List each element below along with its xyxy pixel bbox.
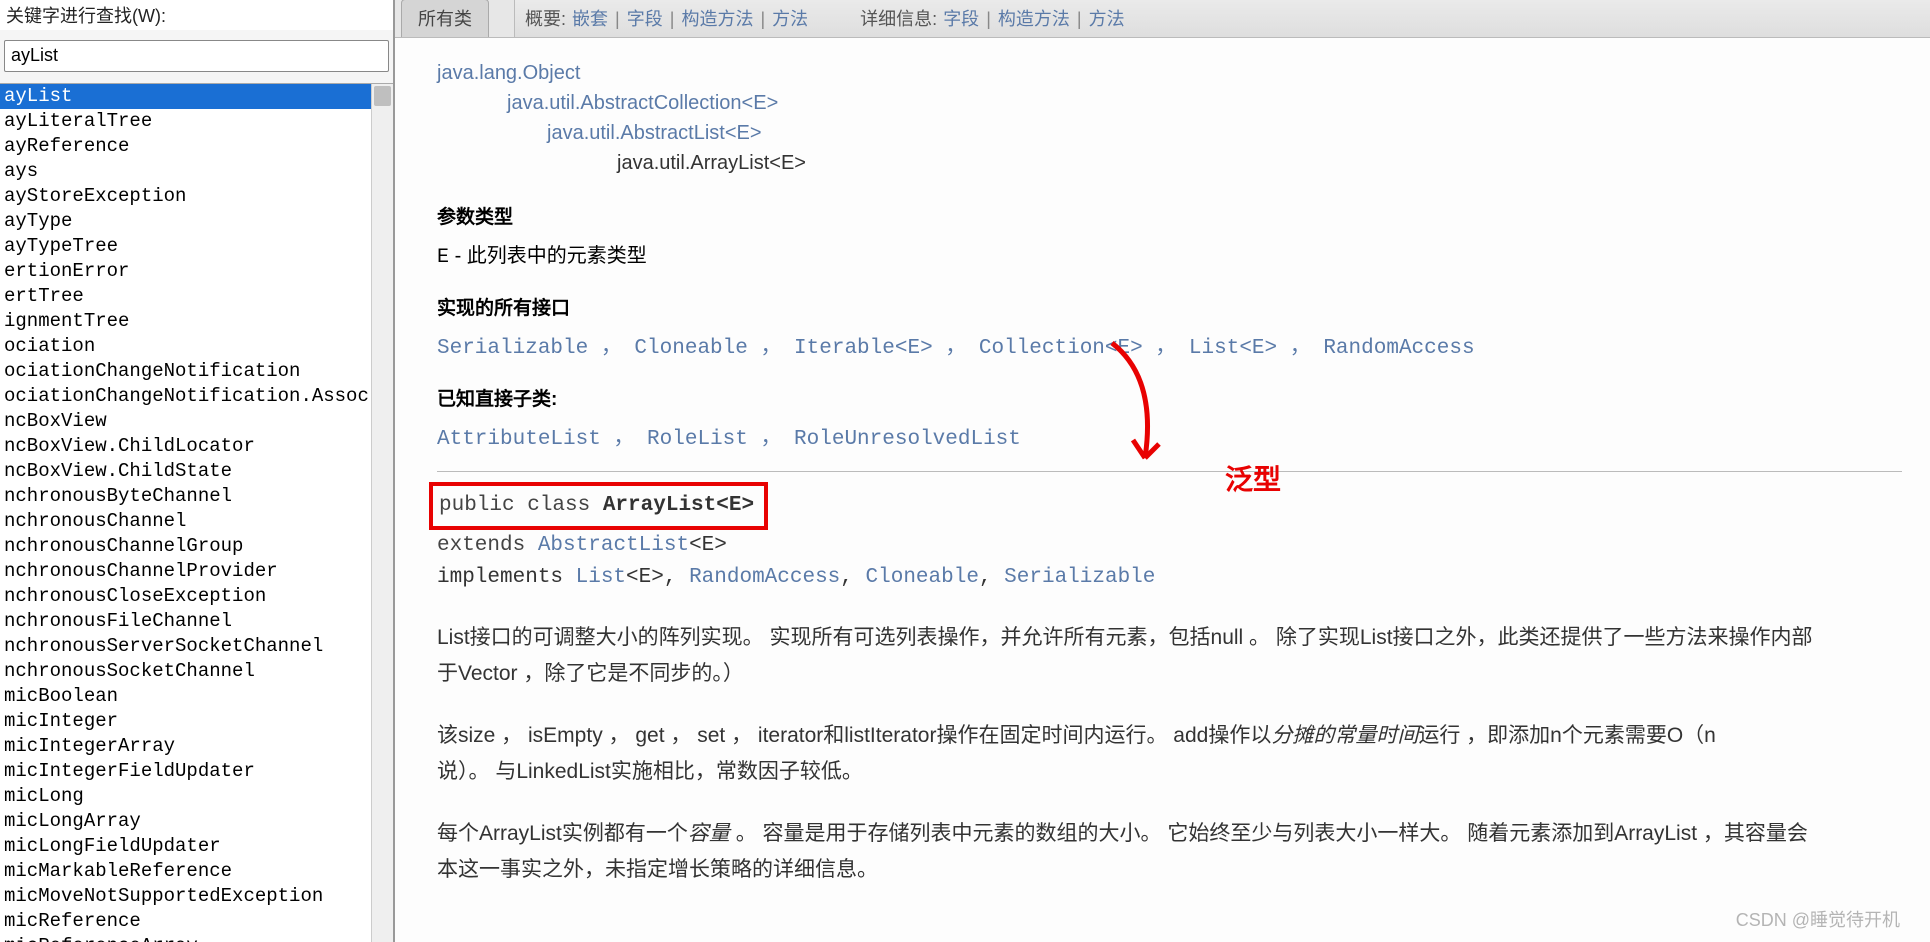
- top-nav: 概要: 嵌套 | 字段 | 构造方法 | 方法 详细信息: 字段 | 构造方法 …: [515, 0, 1930, 38]
- class-list-item[interactable]: ignmentTree: [0, 309, 373, 334]
- class-list-item[interactable]: ayStoreException: [0, 184, 373, 209]
- class-list-item[interactable]: micInteger: [0, 709, 373, 734]
- nav-link[interactable]: 构造方法: [681, 9, 753, 29]
- class-list-item[interactable]: micLongArray: [0, 809, 373, 834]
- sig-extends: extends: [437, 534, 538, 557]
- class-list-item[interactable]: ertionError: [0, 259, 373, 284]
- class-list-item[interactable]: ncBoxView.ChildLocator: [0, 434, 373, 459]
- class-hierarchy: java.lang.Object java.util.AbstractColle…: [437, 58, 1902, 178]
- class-list: ayListayLiteralTreeayReferenceaysayStore…: [0, 84, 393, 942]
- scrollbar-thumb[interactable]: [374, 86, 391, 106]
- subclasses-list: AttributeList ， RoleList ， RoleUnresolve…: [437, 421, 1902, 451]
- content: java.lang.Object java.util.AbstractColle…: [395, 38, 1930, 942]
- class-list-item[interactable]: nchronousChannelProvider: [0, 559, 373, 584]
- hierarchy-link[interactable]: java.lang.Object: [437, 62, 580, 84]
- class-list-item[interactable]: ayType: [0, 209, 373, 234]
- param-code: E: [437, 246, 449, 269]
- divider: [437, 471, 1902, 472]
- nav-link[interactable]: 方法: [1089, 9, 1125, 29]
- sidebar: 关键字进行查找(W): ayListayLiteralTreeayReferen…: [0, 0, 395, 942]
- hierarchy-current: java.util.ArrayList<E>: [437, 148, 1902, 178]
- description-p2: 该size ， isEmpty ， get ， set ， iterator和l…: [437, 718, 1902, 790]
- impl-intf-list: Serializable ， Cloneable ， Iterable<E> ，…: [437, 330, 1902, 360]
- nav-link[interactable]: 方法: [772, 9, 808, 29]
- hierarchy-link[interactable]: java.util.AbstractList<E>: [547, 122, 762, 144]
- nav-link[interactable]: 字段: [943, 9, 979, 29]
- class-list-item[interactable]: nchronousChannelGroup: [0, 534, 373, 559]
- class-list-item[interactable]: nchronousSocketChannel: [0, 659, 373, 684]
- class-list-item[interactable]: nchronousChannel: [0, 509, 373, 534]
- class-list-item[interactable]: micLong: [0, 784, 373, 809]
- sig-intf-link[interactable]: Cloneable: [866, 566, 979, 589]
- scrollbar[interactable]: [371, 84, 393, 942]
- class-list-item[interactable]: ayList: [0, 84, 373, 109]
- class-list-item[interactable]: micMarkableReference: [0, 859, 373, 884]
- main-panel: 所有类 概要: 嵌套 | 字段 | 构造方法 | 方法 详细信息: 字段 | 构…: [395, 0, 1930, 942]
- tab-all-classes[interactable]: 所有类: [401, 0, 489, 37]
- watermark: CSDN @睡觉待开机: [1736, 906, 1900, 932]
- class-list-item[interactable]: ncBoxView: [0, 409, 373, 434]
- class-list-item[interactable]: micIntegerArray: [0, 734, 373, 759]
- fanxing-annotation: 泛型: [1225, 458, 1281, 498]
- class-list-item[interactable]: ayLiteralTree: [0, 109, 373, 134]
- hierarchy-link[interactable]: java.util.AbstractCollection<E>: [507, 92, 778, 114]
- class-list-item[interactable]: micIntegerFieldUpdater: [0, 759, 373, 784]
- class-list-item[interactable]: ociationChangeNotification.Assoc: [0, 384, 373, 409]
- description-p3: 每个ArrayList实例都有一个容量 。 容量是用于存储列表中元素的数组的大小…: [437, 816, 1902, 888]
- search-label: 关键字进行查找(W):: [0, 0, 393, 30]
- class-list-item[interactable]: micLongFieldUpdater: [0, 834, 373, 859]
- nav-link[interactable]: 字段: [627, 9, 663, 29]
- class-list-item[interactable]: ayTypeTree: [0, 234, 373, 259]
- impl-intf-heading: 实现的所有接口: [437, 293, 1902, 320]
- param-type-heading: 参数类型: [437, 202, 1902, 229]
- search-row: [0, 30, 393, 84]
- class-list-item[interactable]: micReferenceArray: [0, 934, 373, 942]
- sig-typeparam: <E>: [689, 534, 727, 557]
- class-list-item[interactable]: ertTree: [0, 284, 373, 309]
- class-list-item[interactable]: ociation: [0, 334, 373, 359]
- arrow-annotation: [1097, 338, 1207, 488]
- nav-link[interactable]: 嵌套: [572, 9, 608, 29]
- class-list-item[interactable]: micMoveNotSupportedException: [0, 884, 373, 909]
- sig-intf-link[interactable]: List: [576, 566, 626, 589]
- class-list-item[interactable]: micBoolean: [0, 684, 373, 709]
- search-input[interactable]: [4, 40, 389, 72]
- class-list-item[interactable]: micReference: [0, 909, 373, 934]
- class-list-item[interactable]: ays: [0, 159, 373, 184]
- detail-label: 详细信息:: [860, 5, 937, 31]
- class-list-item[interactable]: nchronousFileChannel: [0, 609, 373, 634]
- param-type-row: E - 此列表中的元素类型: [437, 239, 1902, 269]
- class-list-item[interactable]: ncBoxView.ChildState: [0, 459, 373, 484]
- class-list-item[interactable]: nchronousByteChannel: [0, 484, 373, 509]
- class-list-item[interactable]: ociationChangeNotification: [0, 359, 373, 384]
- description-p1: List接口的可调整大小的阵列实现。 实现所有可选列表操作，并允许所有元素，包括…: [437, 620, 1902, 692]
- param-desc: - 此列表中的元素类型: [449, 245, 647, 267]
- overview-label: 概要:: [525, 5, 566, 31]
- class-signature: public class ArrayList<E> extends Abstra…: [437, 482, 1902, 594]
- nav-link[interactable]: 构造方法: [998, 9, 1070, 29]
- sig-implements: implements List<E>, RandomAccess, Clonea…: [437, 566, 1155, 589]
- sig-keyword: public class: [439, 494, 603, 517]
- sig-intf-link[interactable]: Serializable: [1004, 566, 1155, 589]
- sig-superclass-link[interactable]: AbstractList: [538, 534, 689, 557]
- subclasses-heading: 已知直接子类:: [437, 384, 1902, 411]
- class-list-item[interactable]: ayReference: [0, 134, 373, 159]
- class-list-item[interactable]: nchronousCloseException: [0, 584, 373, 609]
- sig-intf-link[interactable]: RandomAccess: [689, 566, 840, 589]
- class-list-item[interactable]: nchronousServerSocketChannel: [0, 634, 373, 659]
- sig-classname: ArrayList<E>: [603, 494, 754, 517]
- signature-highlight-box: public class ArrayList<E>: [429, 482, 768, 530]
